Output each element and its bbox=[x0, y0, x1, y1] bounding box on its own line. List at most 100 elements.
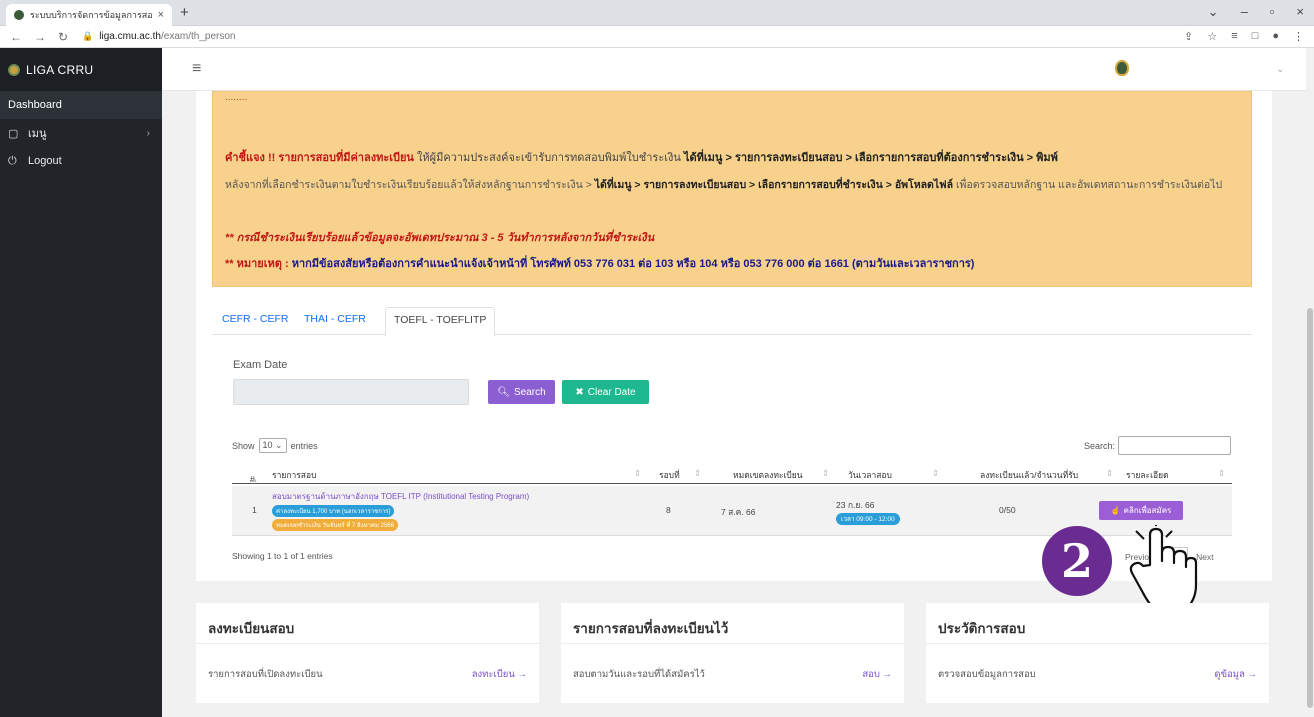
search-button[interactable]: 🔍︎ Search bbox=[488, 380, 555, 404]
clear-date-label: Clear Date bbox=[587, 386, 636, 398]
brand-logo-icon bbox=[8, 63, 20, 76]
register-exam-card: ลงทะเบียนสอบ รายการสอบที่เปิดลงทะเบียน ล… bbox=[196, 603, 539, 703]
entries-label: entries bbox=[290, 440, 318, 451]
tab-toefl[interactable]: TOEFL - TOEFLITP bbox=[385, 307, 496, 336]
maximize-icon[interactable]: ▫ bbox=[1270, 4, 1275, 20]
exam-date-input[interactable] bbox=[233, 379, 469, 405]
notice-line-1: คำชี้แจง !! รายการสอบที่มีค่าลงทะเบียน ใ… bbox=[225, 148, 1058, 166]
entries-length: Show 10 ⌄ entries bbox=[232, 438, 318, 453]
power-icon: ⏻ bbox=[8, 154, 17, 167]
split-view-icon[interactable]: □ bbox=[1252, 30, 1259, 43]
close-window-icon[interactable]: × bbox=[1296, 4, 1304, 20]
col-round[interactable]: รอบที่ bbox=[659, 468, 680, 482]
col-exam[interactable]: รายการสอบ bbox=[272, 468, 317, 482]
sort-icon: ⇕ bbox=[1106, 468, 1114, 478]
tab-thai-cefr[interactable]: THAI - CEFR bbox=[304, 313, 366, 325]
favicon-icon bbox=[14, 10, 24, 20]
register-link[interactable]: ลงทะเบียน → bbox=[472, 667, 527, 682]
notice-line-2: หลังจากที่เลือกชำระเงินตามใบชำระเงินเรีย… bbox=[225, 177, 1245, 193]
browser-menu-icon[interactable]: ⋮ bbox=[1293, 30, 1304, 43]
step-number-badge: 2 bbox=[1042, 526, 1112, 596]
row-round: 8 bbox=[666, 505, 671, 515]
tab-cefr[interactable]: CEFR - CEFR bbox=[222, 313, 289, 325]
notice-prefix: คำชี้แจง !! bbox=[225, 152, 276, 164]
notice-red: รายการสอบที่มีค่าลงทะเบียน bbox=[278, 152, 414, 164]
exam-type-tabs: CEFR - CEFR THAI - CEFR TOEFL - TOEFLITP bbox=[212, 307, 1252, 336]
brand-name: LIGA CRRU bbox=[26, 62, 94, 77]
reading-list-icon[interactable]: ≡ bbox=[1231, 30, 1237, 43]
sidebar-item-label: Logout bbox=[28, 155, 62, 167]
sidebar-item-logout[interactable]: ⏻ Logout bbox=[0, 147, 162, 175]
share-icon[interactable]: ⇪ bbox=[1184, 30, 1193, 43]
notice-line-4: ** หมายเหตุ : หากมีข้อสงสัยหรือต้องการคำ… bbox=[225, 254, 974, 272]
table-search-label: Search: bbox=[1084, 441, 1116, 451]
table-search-input[interactable] bbox=[1118, 436, 1231, 455]
notice-note-prefix: ** หมายเหตุ : bbox=[225, 258, 289, 270]
url-path: /exam/th_person bbox=[160, 31, 236, 42]
tab-search-icon[interactable]: ⌄ bbox=[1208, 4, 1219, 20]
card-title: ประวัติการสอบ bbox=[938, 621, 1026, 636]
minimize-icon[interactable]: – bbox=[1241, 4, 1248, 20]
sort-icon: ⇕ bbox=[1218, 468, 1226, 478]
browser-tab-bar: ระบบบริการจัดการข้อมูลการสอบ - LIG × + ⌄… bbox=[0, 0, 1314, 26]
url-field[interactable]: 🔒 liga.cmu.ac.th/exam/th_person bbox=[82, 31, 235, 42]
avatar[interactable] bbox=[1115, 60, 1129, 76]
scrollbar-thumb[interactable] bbox=[1307, 308, 1313, 708]
sort-icon: ⇕ bbox=[694, 468, 702, 478]
profile-icon[interactable]: ● bbox=[1272, 30, 1279, 43]
col-registered[interactable]: ลงทะเบียนแล้ว/จำนวนที่รับ bbox=[980, 468, 1078, 482]
show-label: Show bbox=[232, 440, 255, 451]
row-exam-date-cell: 23 ก.ย. 66 เวลา 09:00 - 12:00 bbox=[836, 498, 900, 525]
chevron-down-icon[interactable]: ⌄ bbox=[1276, 64, 1284, 75]
address-bar: ← → ↻ 🔒 liga.cmu.ac.th/exam/th_person ⇪ … bbox=[0, 26, 1314, 48]
col-deadline[interactable]: หมดเขตลงทะเบียน bbox=[733, 468, 803, 482]
clear-date-button[interactable]: ✖ Clear Date bbox=[562, 380, 649, 404]
reload-icon[interactable]: ↻ bbox=[58, 30, 68, 44]
sort-icon: ⇕ bbox=[932, 468, 940, 478]
entries-select[interactable]: 10 ⌄ bbox=[258, 438, 287, 453]
exam-time-badge: เวลา 09:00 - 12:00 bbox=[836, 513, 900, 525]
browser-tab[interactable]: ระบบบริการจัดการข้อมูลการสอบ - LIG × bbox=[6, 4, 172, 26]
hamburger-icon[interactable]: ≡ bbox=[192, 60, 201, 78]
row-number: 1 bbox=[252, 505, 257, 515]
url-host: liga.cmu.ac.th bbox=[99, 31, 161, 42]
pointer-hand-icon bbox=[1129, 525, 1198, 613]
close-icon: ✖ bbox=[575, 386, 584, 398]
new-tab-button[interactable]: + bbox=[180, 4, 189, 21]
sidebar-item-menu[interactable]: ▢ เมนู › bbox=[0, 119, 162, 147]
col-detail[interactable]: รายละเอียด bbox=[1126, 468, 1169, 482]
top-header: ≡ ⌄ bbox=[162, 48, 1314, 91]
view-data-link[interactable]: ดูข้อมูล → bbox=[1214, 667, 1257, 682]
search-button-label: Search bbox=[514, 386, 546, 398]
notice-path: ได้ที่เมนู > รายการลงทะเบียนสอบ > เลือกร… bbox=[683, 152, 1058, 164]
apply-button-label: คลิกเพื่อสมัคร bbox=[1123, 506, 1172, 515]
notice-path-2: ได้ที่เมนู > รายการลงทะเบียนสอบ > เลือกร… bbox=[594, 179, 954, 191]
sidebar-item-label: Dashboard bbox=[8, 99, 62, 111]
sidebar: LIGA CRRU Dashboard ▢ เมนู › ⏻ Logout bbox=[0, 48, 162, 717]
card-title: ลงทะเบียนสอบ bbox=[208, 621, 295, 636]
row-exam-date: 23 ก.ย. 66 bbox=[836, 500, 875, 510]
row-deadline: 7 ส.ค. 66 bbox=[721, 507, 756, 517]
exam-link[interactable]: สอบ → bbox=[862, 667, 892, 682]
close-tab-icon[interactable]: × bbox=[158, 9, 164, 21]
chevron-right-icon: › bbox=[146, 127, 150, 139]
notice-text-2: หลังจากที่เลือกชำระเงินตามใบชำระเงินเรีย… bbox=[225, 179, 592, 191]
deadline-badge: หมดเขตชำระเงิน วันจันทร์ ที่ 7 สิงหาคม 2… bbox=[272, 519, 398, 531]
page-scrollbar[interactable] bbox=[1306, 48, 1314, 717]
bookmark-star-icon[interactable]: ☆ bbox=[1207, 30, 1217, 43]
registered-exams-card: รายการสอบที่ลงทะเบียนไว้ สอบตามวันและรอบ… bbox=[561, 603, 904, 703]
notice-cut-line: ........ bbox=[225, 92, 248, 103]
col-exam-date[interactable]: วันเวลาสอบ bbox=[848, 468, 892, 482]
forward-icon[interactable]: → bbox=[34, 30, 46, 44]
next-button[interactable]: Next bbox=[1196, 552, 1213, 562]
card-text: ตรวจสอบข้อมูลการสอบ bbox=[938, 669, 1036, 680]
search-icon: 🔍︎ bbox=[497, 386, 510, 398]
brand[interactable]: LIGA CRRU bbox=[0, 48, 162, 91]
fee-badge: ค่าลงทะเบียน 1,700 บาท (นอกเวลาราชการ) bbox=[272, 505, 395, 517]
notice-tail-2: เพื่อตรวจสอบหลักฐาน และอัพเดทสถานะการชำร… bbox=[955, 179, 1223, 191]
table-info: Showing 1 to 1 of 1 entries bbox=[232, 551, 333, 561]
apply-button[interactable]: ☝ คลิกเพื่อสมัคร bbox=[1099, 501, 1183, 520]
back-icon[interactable]: ← bbox=[10, 30, 22, 44]
sidebar-item-dashboard[interactable]: Dashboard bbox=[0, 91, 162, 119]
lock-icon: 🔒 bbox=[82, 31, 94, 41]
